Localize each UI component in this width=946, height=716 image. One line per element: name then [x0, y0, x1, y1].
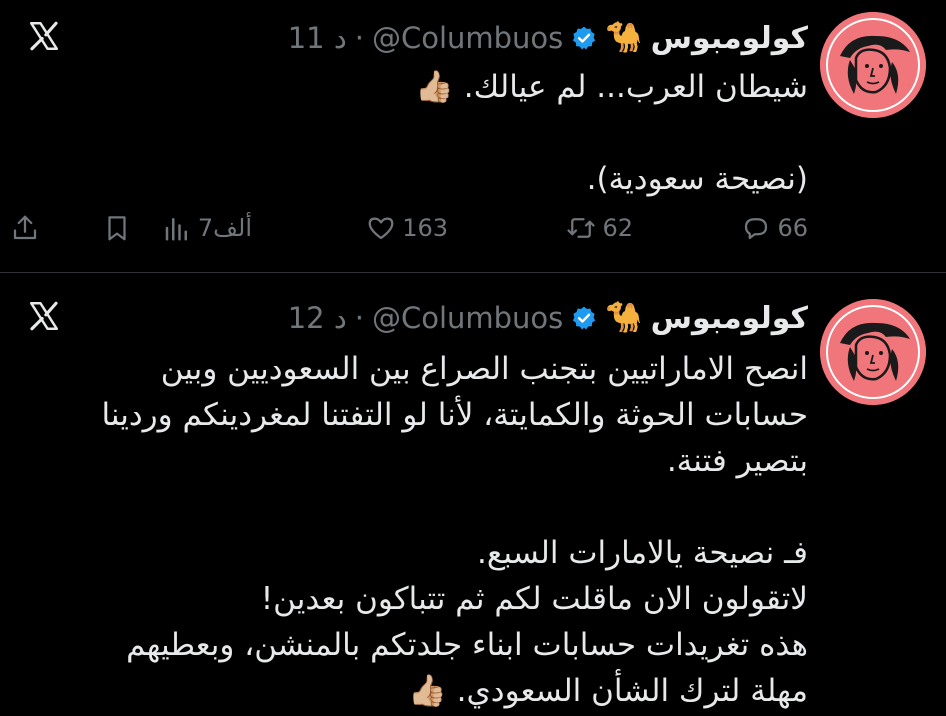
tweet-text-line: بتصير فتنة. — [666, 443, 808, 479]
tweet-actions: 66 62 163 7ألف — [13, 206, 808, 250]
x-logo-icon[interactable] — [24, 16, 64, 56]
tweet-header: كولومبوس 🐪 @Columbuos · 11 د — [288, 18, 808, 58]
x-logo-icon[interactable] — [24, 296, 64, 336]
author-handle[interactable]: @Columbuos — [372, 21, 563, 55]
like-button[interactable]: 163 — [366, 206, 448, 250]
like-icon — [368, 217, 394, 240]
tweet-text-line: حسابات الحوثة والكمايتة، لأنا لو التفتنا… — [101, 397, 808, 433]
bookmark-button[interactable] — [102, 206, 132, 250]
tweet-divider — [0, 272, 946, 273]
camel-emoji: 🐪 — [605, 20, 643, 55]
verified-badge-icon — [573, 306, 596, 330]
author-handle[interactable]: @Columbuos — [372, 301, 563, 335]
avatar-illustration — [820, 12, 926, 118]
reply-button[interactable]: 66 — [741, 206, 808, 250]
camel-emoji: 🐪 — [605, 300, 643, 335]
avatar[interactable] — [820, 299, 926, 405]
share-icon — [13, 215, 37, 240]
reply-count: 66 — [777, 214, 808, 242]
views-icon — [165, 218, 187, 241]
views-count: 7ألف — [197, 214, 252, 242]
author-name[interactable]: كولومبوس — [651, 301, 808, 336]
verified-badge-icon — [573, 26, 596, 50]
tweet-text-line: لاتقولون الان ماقلت لكم ثم تتباكون بعدين… — [260, 581, 808, 617]
like-count: 163 — [402, 214, 448, 242]
tweet-text-line: فـ نصيحة يالامارات السبع. — [477, 535, 808, 571]
tweet-text: انصح الاماراتيين بتجنب الصراع بين السعود… — [28, 346, 808, 714]
retweet-button[interactable]: 62 — [566, 206, 633, 250]
tweet-text-line: انصح الاماراتيين بتجنب الصراع بين السعود… — [160, 351, 808, 387]
tweet-time[interactable]: 12 د — [288, 301, 347, 335]
tweet[interactable]: كولومبوس 🐪 @Columbuos · 12 د انصح الامار… — [0, 276, 946, 716]
tweet-text-line: مهلة لترك الشأن السعودي. 👍🏼 — [408, 673, 808, 709]
avatar-illustration — [820, 299, 926, 405]
tweet-text: شيطان العرب... لم عيالك. 👍🏼 (نصيحة سعودي… — [28, 64, 808, 202]
separator-dot: · — [354, 21, 364, 55]
tweet[interactable]: كولومبوس 🐪 @Columbuos · 11 د شيطان العرب… — [0, 0, 946, 272]
tweet-text-line: (نصيحة سعودية). — [586, 161, 808, 197]
retweet-icon — [567, 218, 596, 238]
tweet-text-line: شيطان العرب... لم عيالك. 👍🏼 — [415, 69, 808, 105]
author-name[interactable]: كولومبوس — [651, 21, 808, 56]
bookmark-icon — [108, 216, 126, 241]
separator-dot: · — [354, 301, 364, 335]
views-button[interactable]: 7ألف — [162, 206, 252, 250]
share-button[interactable] — [10, 206, 40, 250]
tweet-header: كولومبوس 🐪 @Columbuos · 12 د — [288, 298, 808, 338]
tweet-text-line: هذه تغريدات حسابات ابناء جلدتكم بالمنشن،… — [126, 627, 808, 663]
reply-icon — [745, 218, 768, 240]
retweet-count: 62 — [602, 214, 633, 242]
tweet-time[interactable]: 11 د — [288, 21, 347, 55]
avatar[interactable] — [820, 12, 926, 118]
